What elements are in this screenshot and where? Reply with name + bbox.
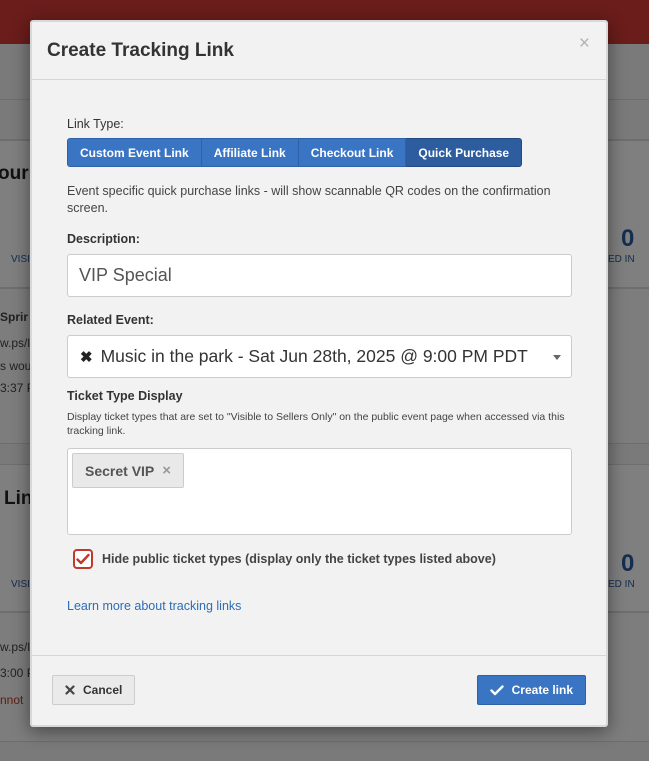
description-value: VIP Special	[79, 265, 172, 285]
ticket-tag: Secret VIP ×	[72, 453, 185, 488]
related-event-value: Music in the park - Sat Jun 28th, 2025 @…	[100, 346, 528, 366]
tag-remove-icon[interactable]: ×	[162, 462, 171, 479]
hide-public-checkbox[interactable]	[73, 549, 93, 569]
ticket-type-display-label: Ticket Type Display	[67, 389, 183, 403]
link-type-custom-event[interactable]: Custom Event Link	[67, 138, 202, 167]
link-type-affiliate[interactable]: Affiliate Link	[201, 138, 299, 167]
create-link-button[interactable]: Create link	[476, 675, 586, 705]
modal-header: Create Tracking Link ×	[32, 22, 606, 80]
related-event-select[interactable]: ✖ Music in the park - Sat Jun 28th, 2025…	[67, 335, 572, 378]
cancel-label: Cancel	[83, 683, 123, 697]
learn-more-link[interactable]: Learn more about tracking links	[67, 599, 241, 613]
link-type-help-text: Event specific quick purchase links - wi…	[67, 184, 551, 215]
caret-down-icon[interactable]	[553, 355, 561, 360]
check-icon	[76, 553, 90, 565]
cancel-button[interactable]: Cancel	[52, 675, 136, 705]
link-type-label: Link Type:	[67, 117, 124, 131]
modal-body: Link Type: Custom Event Link Affiliate L…	[67, 117, 572, 615]
link-type-quick-purchase[interactable]: Quick Purchase	[406, 138, 523, 167]
create-tracking-link-modal: Create Tracking Link × Link Type: Custom…	[30, 20, 608, 727]
check-icon	[489, 684, 504, 696]
modal-footer: Cancel Create link	[32, 655, 606, 725]
modal-title: Create Tracking Link	[47, 40, 234, 61]
description-input[interactable]: VIP Special	[67, 254, 572, 297]
link-type-checkout[interactable]: Checkout Link	[298, 138, 407, 167]
hide-public-label: Hide public ticket types (display only t…	[102, 552, 496, 566]
description-label: Description:	[67, 232, 140, 246]
x-icon[interactable]: ✖	[80, 348, 93, 366]
close-icon[interactable]: ×	[579, 34, 590, 53]
x-icon	[65, 685, 75, 695]
create-link-label: Create link	[511, 683, 573, 697]
link-type-group: Custom Event Link Affiliate Link Checkou…	[67, 138, 572, 167]
ticket-type-help-text: Display ticket types that are set to "Vi…	[67, 411, 565, 437]
ticket-type-tag-input[interactable]: Secret VIP ×	[67, 448, 572, 535]
ticket-tag-label: Secret VIP	[85, 462, 155, 479]
related-event-label: Related Event:	[67, 313, 154, 327]
hide-public-row: Hide public ticket types (display only t…	[67, 549, 572, 569]
